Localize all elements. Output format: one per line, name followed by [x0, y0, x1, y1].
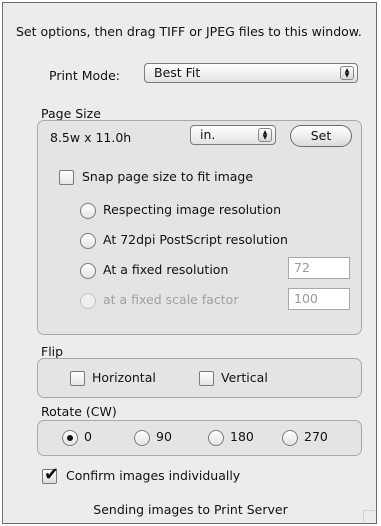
rotate-270-label: 270 [304, 429, 328, 444]
fixed-resolution-field[interactable]: 72 [288, 257, 350, 279]
status-text: Sending images to Print Server [93, 502, 288, 517]
confirm-images-checkbox[interactable] [42, 464, 59, 485]
rotate-180-label: 180 [230, 429, 254, 444]
snap-page-size-checkbox[interactable] [59, 170, 74, 185]
radio-fixed-scale-factor[interactable] [80, 293, 96, 309]
popup-arrows-icon: ▲ ▼ [340, 66, 354, 80]
radio-fixed-resolution[interactable] [80, 263, 96, 279]
units-popup[interactable]: in. ▲ ▼ [190, 125, 276, 145]
radio-72dpi-postscript[interactable] [80, 233, 96, 249]
rotate-270-radio[interactable] [282, 430, 298, 446]
page-size-label: Page Size [41, 106, 101, 121]
fixed-scale-factor-field[interactable]: 100 [288, 288, 350, 310]
print-window: Set options, then drag TIFF or JPEG file… [2, 2, 377, 524]
snap-page-size-label: Snap page size to fit image [82, 169, 254, 184]
units-value: in. [200, 127, 216, 142]
radio-72dpi-postscript-label: At 72dpi PostScript resolution [103, 232, 288, 247]
print-mode-popup[interactable]: Best Fit ▲ ▼ [144, 63, 358, 83]
radio-respecting-image-resolution-label: Respecting image resolution [103, 202, 281, 217]
print-mode-label: Print Mode: [49, 68, 120, 83]
rotate-180-radio[interactable] [208, 430, 224, 446]
instructions-text: Set options, then drag TIFF or JPEG file… [16, 24, 362, 39]
radio-fixed-resolution-label: At a fixed resolution [103, 262, 229, 277]
rotate-0-label: 0 [84, 429, 92, 444]
confirm-images-label: Confirm images individually [66, 468, 241, 483]
rotate-label: Rotate (CW) [41, 404, 117, 419]
radio-respecting-image-resolution[interactable] [80, 203, 96, 219]
flip-label: Flip [41, 344, 64, 359]
rotate-0-radio[interactable] [62, 430, 78, 446]
set-button[interactable]: Set [290, 125, 352, 147]
flip-horizontal-checkbox[interactable] [70, 371, 85, 386]
print-mode-value: Best Fit [154, 65, 201, 80]
page-size-dimensions: 8.5w x 11.0h [50, 130, 132, 145]
resize-grip-icon[interactable] [363, 510, 375, 522]
radio-fixed-scale-factor-label: at a fixed scale factor [103, 292, 239, 307]
popup-arrows-icon: ▲ ▼ [258, 128, 272, 142]
rotate-90-label: 90 [156, 429, 172, 444]
flip-horizontal-label: Horizontal [92, 370, 156, 385]
flip-vertical-checkbox[interactable] [199, 371, 214, 386]
rotate-90-radio[interactable] [134, 430, 150, 446]
flip-vertical-label: Vertical [221, 370, 268, 385]
